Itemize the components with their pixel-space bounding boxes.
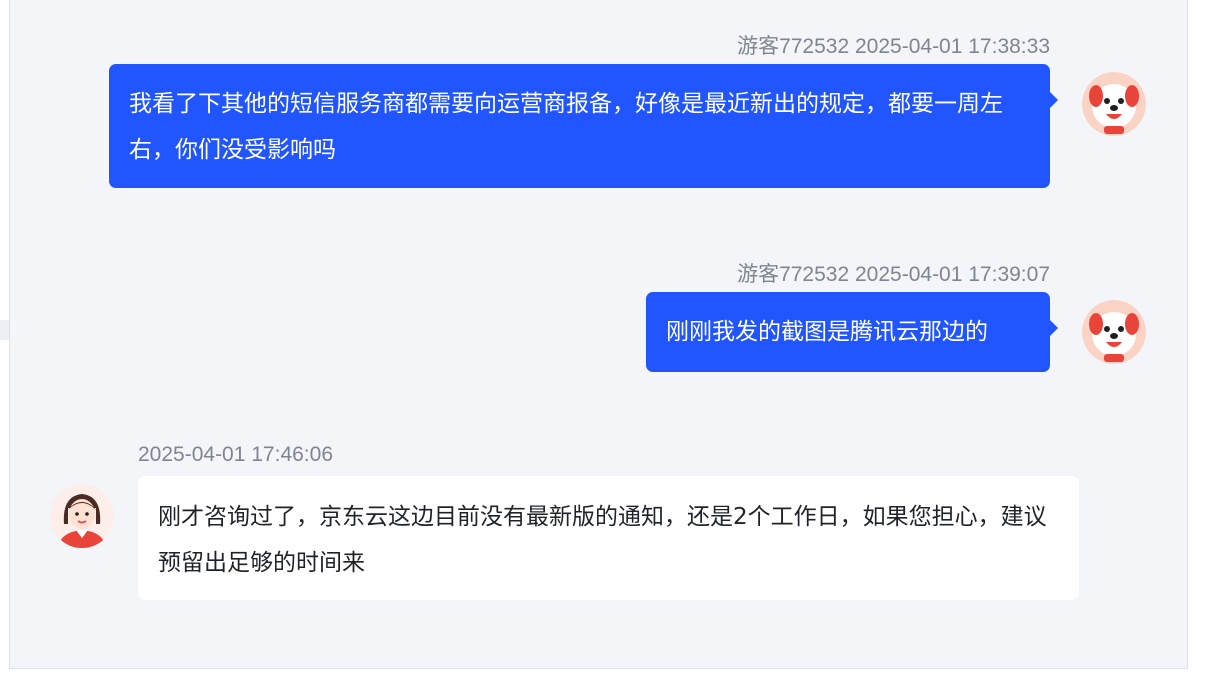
left-divider-handle: [0, 320, 9, 340]
sender-name: 游客772532: [737, 35, 850, 58]
message-time: 2025-04-01 17:39:07: [855, 263, 1050, 286]
message-bubble-incoming[interactable]: 刚才咨询过了，京东云这边目前没有最新版的通知，还是2个工作日，如果您担心，建议预…: [138, 476, 1079, 600]
joy-dog-avatar-icon[interactable]: [1082, 300, 1146, 364]
joy-dog-avatar-icon[interactable]: [1082, 72, 1146, 136]
message-meta: 2025-04-01 17:46:06: [138, 443, 333, 467]
message-text: 刚才咨询过了，京东云这边目前没有最新版的通知，还是2个工作日，如果您担心，建议预…: [158, 504, 1047, 576]
message-bubble-outgoing[interactable]: 我看了下其他的短信服务商都需要向运营商报备，好像是最近新出的规定，都要一周左右，…: [109, 64, 1058, 188]
message-text: 刚刚我发的截图是腾讯云那边的: [666, 319, 988, 345]
message-text: 我看了下其他的短信服务商都需要向运营商报备，好像是最近新出的规定，都要一周左右，…: [129, 91, 1003, 163]
side-strip: [1188, 0, 1218, 674]
message-time: 2025-04-01 17:38:33: [855, 35, 1050, 58]
message-meta: 游客772532 2025-04-01 17:39:07: [737, 258, 1050, 288]
message-meta: 游客772532 2025-04-01 17:38:33: [737, 30, 1050, 60]
agent-avatar-icon[interactable]: [50, 484, 114, 548]
sender-name: 游客772532: [737, 263, 850, 286]
message-time: 2025-04-01 17:46:06: [138, 443, 333, 466]
message-bubble-outgoing[interactable]: 刚刚我发的截图是腾讯云那边的: [646, 292, 1058, 372]
